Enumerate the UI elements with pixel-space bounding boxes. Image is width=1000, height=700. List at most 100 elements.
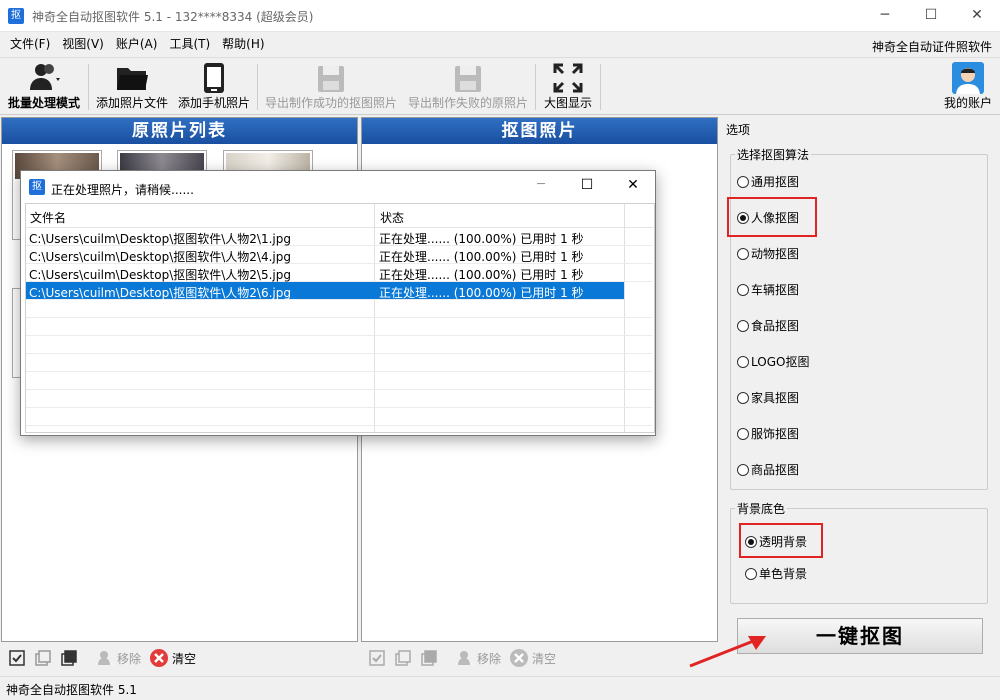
users-icon [30,64,60,90]
row-filename: C:\Users\cuilm\Desktop\抠图软件\人物2\4.jpg [29,250,291,264]
add-photo-file-label: 添加照片文件 [95,96,168,110]
dialog-maximize-button[interactable]: ☐ [567,177,607,193]
file-list: 文件名 状态 C:\Users\cuilm\Desktop\抠图软件\人物2\1… [25,203,655,433]
window-title: 神奇全自动抠图软件 5.1 - 132****8334 (超级会员) [32,10,314,24]
radio-label: 通用抠图 [751,175,800,189]
radio-furniture[interactable]: 家具抠图 [737,389,799,406]
remove-icon[interactable] [96,650,112,666]
large-view-label: 大图显示 [543,96,592,110]
export-failed-button[interactable]: 导出制作失败的原照片 [404,58,532,114]
menu-tools[interactable]: 工具(T) [163,32,216,56]
radio-dot [737,392,749,404]
remove-icon[interactable] [456,650,472,666]
large-view-button[interactable]: 大图显示 [539,58,597,114]
radio-logo[interactable]: LOGO抠图 [737,353,809,370]
radio-label: 食品抠图 [751,319,800,333]
row-filename: C:\Users\cuilm\Desktop\抠图软件\人物2\6.jpg [29,286,291,300]
background-group-label: 背景底色 [735,500,788,517]
save-disk-icon [318,66,344,92]
close-button[interactable]: ✕ [954,0,1000,32]
radio-product[interactable]: 商品抠图 [737,461,799,478]
toolbar-separator [600,64,601,110]
my-account-button[interactable]: 我的账户 [940,58,996,114]
radio-dot [737,320,749,332]
radio-label: 商品抠图 [751,463,800,477]
radio-clothing[interactable]: 服饰抠图 [737,425,799,442]
clear-icon[interactable] [149,648,169,668]
dialog-close-button[interactable]: ✕ [613,177,653,193]
dialog-app-icon: 抠 [29,179,45,195]
toolbar-separator [88,64,89,110]
options-title: 选项 [726,123,751,137]
row-filename: C:\Users\cuilm\Desktop\抠图软件\人物2\5.jpg [29,268,291,282]
invert-selection-icon[interactable] [61,650,77,666]
empty-row [26,390,652,408]
id-photo-software-link[interactable]: 神奇全自动证件照软件 [872,38,992,55]
dialog-title: 正在处理照片，请稍候...... [51,183,194,197]
export-failed-label: 导出制作失败的原照片 [407,96,528,110]
radio-label: 车辆抠图 [751,283,800,297]
clear-button[interactable]: 清空 [172,650,196,667]
minimize-button[interactable]: ─ [862,0,908,32]
status-bar: 神奇全自动抠图软件 5.1 [0,676,1000,700]
maximize-button[interactable]: ☐ [908,0,954,32]
radio-animal[interactable]: 动物抠图 [737,245,799,262]
check-all-icon[interactable] [369,650,385,666]
radio-solid-bg[interactable]: 单色背景 [745,565,807,582]
column-header-status[interactable]: 状态 [380,209,404,226]
table-row[interactable]: C:\Users\cuilm\Desktop\抠图软件\人物2\5.jpg 正在处… [26,264,652,282]
table-row-selected[interactable]: C:\Users\cuilm\Desktop\抠图软件\人物2\6.jpg 正在处… [26,282,624,300]
radio-general[interactable]: 通用抠图 [737,173,799,190]
radio-transparent-bg[interactable]: 透明背景 [745,533,807,550]
empty-row [26,354,652,372]
radio-dot [737,428,749,440]
toolbar: 批量处理模式 添加照片文件 添加手机照片 导出制作成功的抠图照片 导出制作失败的… [0,57,1000,115]
clear-icon[interactable] [509,648,529,668]
export-success-button[interactable]: 导出制作成功的抠图照片 [261,58,401,114]
row-status: 正在处理...... (100.00%) 已用时 1 秒 [379,286,584,300]
remove-button[interactable]: 移除 [477,650,501,667]
clear-button[interactable]: 清空 [532,650,556,667]
invert-selection-icon[interactable] [421,650,437,666]
uncheck-all-icon[interactable] [35,650,51,666]
radio-vehicle[interactable]: 车辆抠图 [737,281,799,298]
add-photo-file-button[interactable]: 添加照片文件 [93,58,171,114]
menu-file[interactable]: 文件(F) [4,32,56,56]
batch-mode-label: 批量处理模式 [7,96,80,110]
column-header-filename[interactable]: 文件名 [30,209,66,226]
empty-row [26,318,652,336]
radio-dot [737,284,749,296]
menu-help[interactable]: 帮助(H) [216,32,270,56]
radio-dot [737,356,749,368]
add-phone-photo-button[interactable]: 添加手机照片 [175,58,253,114]
list-header: 文件名 状态 [26,204,654,228]
save-disk-icon [455,66,481,92]
radio-dot [737,176,749,188]
empty-row [26,408,652,426]
red-arrow-annotation [689,636,766,668]
radio-label: 单色背景 [759,567,808,581]
left-bottom-bar: 移除 清空 [1,644,358,672]
empty-row [26,372,652,390]
menu-account[interactable]: 账户(A) [110,32,164,56]
my-account-label: 我的账户 [943,96,992,110]
check-all-icon[interactable] [9,650,25,666]
radio-food[interactable]: 食品抠图 [737,317,799,334]
batch-mode-button[interactable]: 批量处理模式 [4,58,84,114]
row-filename: C:\Users\cuilm\Desktop\抠图软件\人物2\1.jpg [29,232,291,246]
radio-portrait[interactable]: 人像抠图 [737,209,799,226]
add-phone-photo-label: 添加手机照片 [177,96,250,110]
empty-row [26,336,652,354]
table-row[interactable]: C:\Users\cuilm\Desktop\抠图软件\人物2\1.jpg 正在处… [26,228,652,246]
remove-button[interactable]: 移除 [117,650,141,667]
radio-label: 动物抠图 [751,247,800,261]
uncheck-all-icon[interactable] [395,650,411,666]
dialog-minimize-button[interactable]: ─ [521,177,561,192]
title-bar: 抠 神奇全自动抠图软件 5.1 - 132****8334 (超级会员) ─ ☐… [0,0,1000,32]
table-row[interactable]: C:\Users\cuilm\Desktop\抠图软件\人物2\4.jpg 正在处… [26,246,652,264]
one-click-cutout-button[interactable]: 一键抠图 [737,618,983,654]
menu-view[interactable]: 视图(V) [56,32,110,56]
row-status: 正在处理...... (100.00%) 已用时 1 秒 [379,268,584,282]
radio-dot [737,464,749,476]
radio-dot [737,248,749,260]
